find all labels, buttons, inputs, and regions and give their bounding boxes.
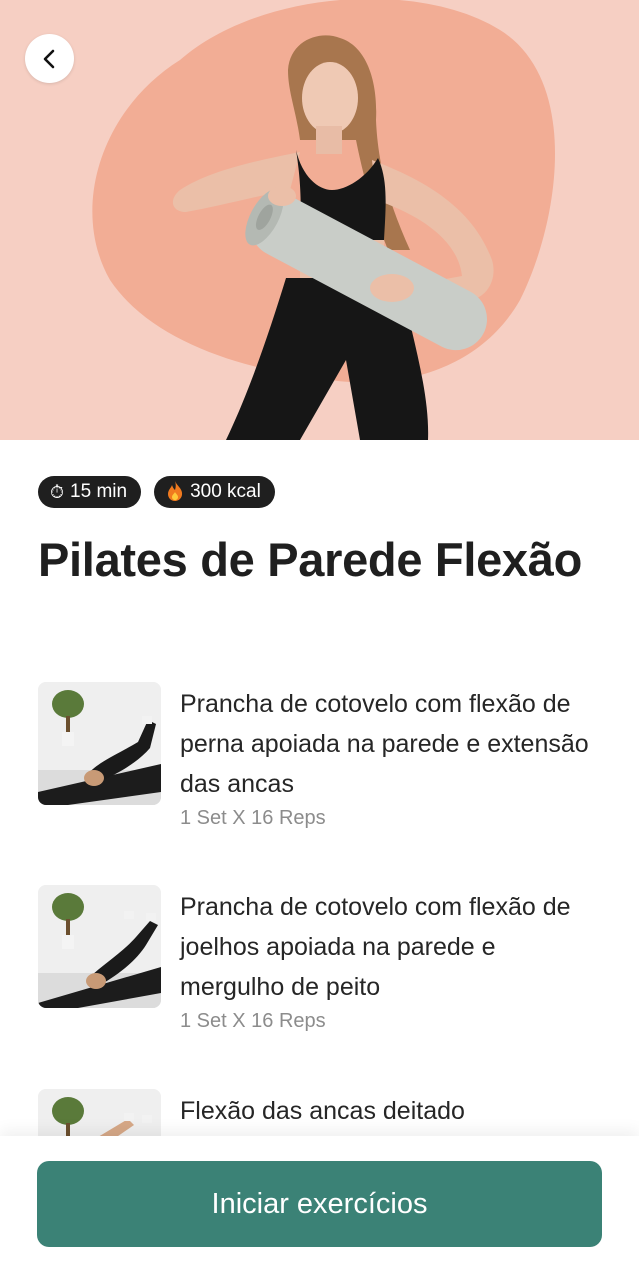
start-exercises-button[interactable]: Iniciar exercícios [37,1161,602,1247]
exercise-reps: 1 Set X 16 Reps [180,1010,326,1032]
exercise-thumbnail [38,682,161,805]
bottom-action-bar: Iniciar exercícios [0,1136,639,1280]
exercise-name: Flexão das ancas deitado [180,1097,465,1125]
hero-illustration [92,0,555,440]
exercise-item[interactable]: Prancha de cotovelo com flexão de perna … [38,682,608,842]
hero-banner [0,0,639,440]
calories-badge: 300 kcal [154,476,275,508]
exercise-thumbnail [38,885,161,1008]
workout-stats: ⏱ 15 min 300 kcal [38,476,275,508]
duration-text: 15 min [70,481,128,502]
exercise-name: Prancha de cotovelo com flexão de joelho… [180,893,571,1001]
fire-icon [166,480,184,505]
exercise-reps: 1 Set X 16 Reps [180,807,326,829]
calories-text: 300 kcal [190,481,261,502]
workout-title: Pilates de Parede Flexão [38,533,583,586]
exercise-item[interactable]: Prancha de cotovelo com flexão de joelho… [38,885,608,1045]
duration-badge: ⏱ 15 min [38,476,142,508]
back-button[interactable] [25,34,74,83]
exercise-name: Prancha de cotovelo com flexão de perna … [180,690,589,798]
chevron-left-icon [43,49,54,68]
stopwatch-icon: ⏱ [50,482,65,502]
